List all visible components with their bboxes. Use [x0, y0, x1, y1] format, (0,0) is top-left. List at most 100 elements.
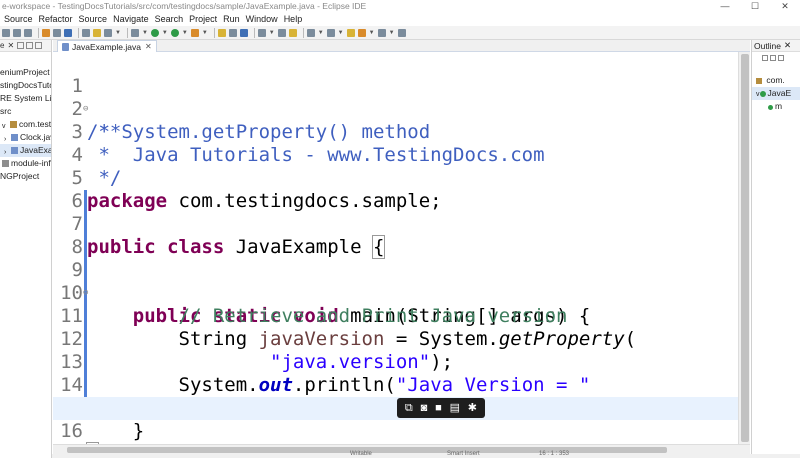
open-perspective-icon[interactable]: [239, 28, 248, 37]
chevron-down-icon[interactable]: ▼: [269, 30, 275, 36]
new-java-package-icon[interactable]: [217, 28, 226, 37]
tree-item-selenium-project[interactable]: eniumProject: [0, 66, 51, 79]
capture-toolbar: ⧉ ◙ ■ ▤ ✱: [397, 398, 485, 418]
expand-arrow-icon[interactable]: v: [756, 91, 760, 98]
menu-help[interactable]: Help: [284, 14, 303, 24]
minimize-button[interactable]: —: [710, 0, 740, 12]
outline-item-class[interactable]: v JavaE: [752, 87, 800, 100]
close-icon[interactable]: ✕: [7, 41, 14, 50]
menu-search[interactable]: Search: [155, 14, 184, 24]
expand-arrow-icon[interactable]: ›: [4, 133, 9, 143]
forward-icon[interactable]: [377, 28, 386, 37]
tree-item-testingdocs-tutorials[interactable]: stingDocsTuto: [0, 79, 51, 92]
task-icon[interactable]: [64, 28, 72, 37]
terminal-icon[interactable]: [53, 28, 61, 37]
menu-navigate[interactable]: Navigate: [113, 14, 149, 24]
chevron-down-icon[interactable]: ▼: [162, 30, 168, 36]
horizontal-scrollbar[interactable]: [53, 444, 750, 454]
tree-item-src[interactable]: src: [0, 105, 51, 118]
open-type-icon[interactable]: [42, 28, 50, 37]
new-java-class-icon[interactable]: [228, 28, 237, 37]
toolbar-separator: [253, 27, 255, 38]
tree-item-javaexample-java[interactable]: ›JavaExam: [0, 144, 51, 157]
skip-breakpoints-icon[interactable]: [82, 28, 90, 37]
status-cursor-position: 16 : 1 : 353: [539, 451, 570, 457]
close-button[interactable]: ✕: [770, 0, 800, 12]
tree-item-clock-java[interactable]: › Clock.jav: [0, 131, 51, 144]
java-file-icon: [11, 134, 18, 141]
chevron-down-icon[interactable]: ▼: [338, 30, 344, 36]
java-file-icon: [11, 147, 18, 154]
chevron-down-icon[interactable]: ▼: [389, 30, 395, 36]
link-editor-icon[interactable]: [26, 42, 34, 49]
vertical-scrollbar[interactable]: [738, 52, 750, 444]
pin-icon[interactable]: [397, 28, 406, 37]
outline-title[interactable]: Outline: [754, 41, 781, 51]
vertical-scroll-thumb[interactable]: [741, 54, 749, 442]
package-explorer-title[interactable]: e: [0, 41, 4, 50]
tree-item-package[interactable]: vcom.testing: [0, 118, 51, 131]
chevron-down-icon[interactable]: ▼: [142, 30, 148, 36]
editor-tab-bar: JavaExample.java ✕: [53, 40, 750, 52]
chevron-down-icon[interactable]: ▼: [369, 30, 375, 36]
expand-arrow-icon[interactable]: ›: [4, 146, 9, 156]
camera-icon[interactable]: ◙: [421, 398, 428, 418]
sort-icon[interactable]: [762, 55, 768, 61]
picture-in-picture-icon[interactable]: ⧉: [405, 398, 413, 418]
menu-run[interactable]: Run: [223, 14, 240, 24]
menu-source-partial[interactable]: Source: [4, 14, 33, 24]
new-icon[interactable]: [2, 28, 10, 37]
package-icon: [10, 121, 17, 128]
pencil-icon[interactable]: [288, 28, 297, 37]
status-writable: Writable: [350, 451, 372, 457]
chevron-down-icon[interactable]: ▼: [115, 30, 121, 36]
expand-arrow-icon[interactable]: v: [2, 120, 8, 130]
window-title: e-workspace - TestingDocsTutorials/src/c…: [2, 1, 367, 11]
next-annotation-icon[interactable]: [306, 28, 315, 37]
close-icon[interactable]: ✕: [784, 40, 791, 51]
menu-project[interactable]: Project: [189, 14, 217, 24]
previous-annotation-icon[interactable]: [326, 28, 335, 37]
save-all-icon[interactable]: [24, 28, 32, 37]
chevron-down-icon[interactable]: ▼: [202, 30, 208, 36]
code-line: 8: [71, 236, 83, 258]
chevron-down-icon[interactable]: ▼: [318, 30, 324, 36]
close-tab-icon[interactable]: ✕: [145, 42, 152, 51]
tree-item-jre-system-library[interactable]: RE System Libr: [0, 92, 51, 105]
menu-window[interactable]: Window: [246, 14, 278, 24]
maximize-button[interactable]: ☐: [740, 0, 770, 12]
code-area[interactable]: 1 ⊖ /** 2 * System.getProperty() method …: [53, 52, 738, 458]
tree-item-testng-project[interactable]: NGProject: [0, 170, 51, 183]
save-icon[interactable]: [13, 28, 21, 37]
coverage-icon[interactable]: [104, 28, 112, 37]
debug-icon[interactable]: [130, 28, 139, 37]
gallery-icon[interactable]: ▤: [450, 398, 460, 418]
external-tools-icon[interactable]: [190, 28, 199, 37]
menu-refactor[interactable]: Refactor: [39, 14, 73, 24]
chevron-down-icon[interactable]: ▼: [182, 30, 188, 36]
hide-fields-icon[interactable]: [770, 55, 776, 61]
outline-item-package[interactable]: com.: [752, 74, 800, 87]
code-line: 5 package com.testingdocs.sample;: [71, 167, 442, 212]
toggle-mark-occurrences-icon[interactable]: [277, 28, 286, 37]
outline-item-method[interactable]: m: [752, 100, 800, 113]
tab-label: JavaExample.java: [72, 41, 141, 52]
coverage-run-icon[interactable]: [170, 28, 179, 37]
code-line: 9 ⊖ public static void main(String[] arg…: [71, 259, 591, 327]
tab-javaexample[interactable]: JavaExample.java ✕: [57, 40, 157, 52]
java-file-icon: [62, 42, 69, 51]
hide-static-icon[interactable]: [778, 55, 784, 61]
settings-icon[interactable]: ✱: [468, 398, 477, 418]
code-line: 12 "java.version");: [60, 328, 454, 373]
menu-source[interactable]: Source: [79, 14, 108, 24]
run-icon[interactable]: [150, 28, 159, 37]
video-icon[interactable]: ■: [435, 398, 442, 418]
view-menu-icon[interactable]: [35, 42, 43, 49]
back-icon[interactable]: [357, 28, 366, 37]
wizard-icon[interactable]: [93, 28, 101, 37]
last-edit-location-icon[interactable]: [346, 28, 355, 37]
code-line: 11 String javaVersion = System.getProper…: [60, 305, 637, 350]
tree-item-module-info[interactable]: module-info: [0, 157, 51, 170]
search-icon[interactable]: [257, 28, 266, 37]
collapse-all-icon[interactable]: [17, 42, 25, 49]
